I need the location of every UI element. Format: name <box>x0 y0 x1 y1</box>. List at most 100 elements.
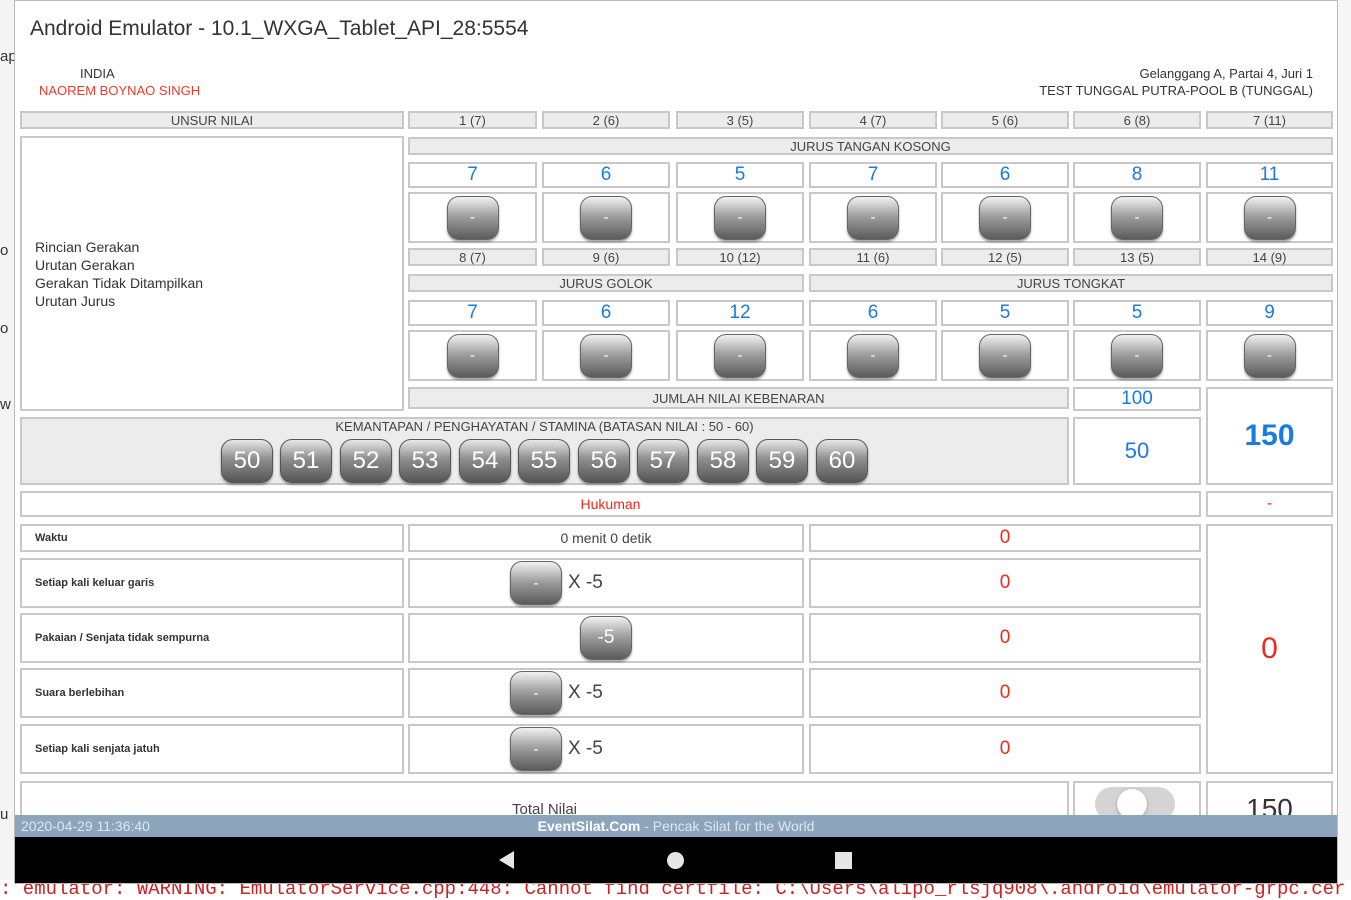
minus-cell: - <box>676 330 804 381</box>
kemantapan-option-button[interactable]: 57 <box>637 439 689 483</box>
minus-button[interactable]: - <box>979 195 1031 240</box>
minus-cell: - <box>809 330 937 381</box>
back-icon[interactable] <box>499 851 514 869</box>
penalty-minus-button[interactable]: - <box>510 561 562 605</box>
minus-cell: - <box>542 330 670 381</box>
minus-button[interactable]: - <box>446 195 499 240</box>
penalty-minus-button[interactable]: - <box>510 727 562 771</box>
kemantapan-option-button[interactable]: 50 <box>221 439 273 483</box>
athlete-name: NAOREM BOYNAO SINGH <box>39 83 201 98</box>
jurus-header: 8 (7) <box>408 248 537 266</box>
hukuman-label: Hukuman <box>20 491 1201 517</box>
penalty-label-text: Setiap kali senjata jatuh <box>35 743 160 755</box>
kemantapan-panel: KEMANTAPAN / PENGHAYATAN / STAMINA (BATA… <box>20 417 1069 485</box>
penalty-minus-button[interactable]: - <box>510 671 562 715</box>
detail-list: Rincian Gerakan Urutan Gerakan Gerakan T… <box>35 238 203 310</box>
penalty-label-text: Waktu <box>35 532 68 544</box>
minus-cell: - <box>1073 192 1201 243</box>
minus-button[interactable]: - <box>847 195 899 240</box>
jurus-header: 4 (7) <box>809 111 937 129</box>
jurus-score: 7 <box>809 162 937 188</box>
home-icon[interactable] <box>667 852 684 869</box>
minus-button[interactable]: - <box>714 333 766 378</box>
brand-name: EventSilat.Com <box>537 818 641 834</box>
jurus-score: 6 <box>941 162 1069 188</box>
jurus-score: 7 <box>408 162 537 188</box>
minus-button[interactable]: - <box>580 333 632 378</box>
detail-item: Gerakan Tidak Ditampilkan <box>35 275 204 291</box>
recent-apps-icon[interactable] <box>835 852 852 869</box>
kemantapan-value: 50 <box>1073 417 1201 485</box>
penalty-value: 0 <box>809 724 1201 774</box>
jurus-header: 3 (5) <box>676 111 804 129</box>
jurus-tongkat-title: JURUS TONGKAT <box>809 274 1333 292</box>
jurus-score: 6 <box>542 300 670 326</box>
app-screen: INDIA NAOREM BOYNAO SINGH Gelanggang A, … <box>15 55 1337 837</box>
jurus-header: 2 (6) <box>542 111 670 129</box>
jurus-score: 5 <box>676 162 804 188</box>
minus-button[interactable]: - <box>847 333 899 378</box>
penalty-multiplier: X -5 <box>568 682 603 703</box>
kemantapan-option-button[interactable]: 56 <box>578 439 630 483</box>
minus-button[interactable]: - <box>1111 333 1163 378</box>
minus-button[interactable]: - <box>1243 195 1296 240</box>
penalty-value: 0 <box>809 558 1201 608</box>
detail-box: Rincian Gerakan Urutan Gerakan Gerakan T… <box>20 136 404 411</box>
jurus-score: 5 <box>1073 300 1201 326</box>
kemantapan-option-button[interactable]: 54 <box>459 439 511 483</box>
status-footer: 2020-04-29 11:36:40 EventSilat.Com - Pen… <box>15 815 1337 837</box>
minus-cell: - <box>941 192 1069 243</box>
minus-cell: - <box>408 330 537 381</box>
penalty-value: 0 <box>809 668 1201 718</box>
kemantapan-label: KEMANTAPAN / PENGHAYATAN / STAMINA (BATA… <box>335 419 754 434</box>
athlete-country: INDIA <box>80 66 115 81</box>
jurus-header: 5 (6) <box>941 111 1069 129</box>
penalty-value: 0 <box>809 613 1201 663</box>
kemantapan-option-button[interactable]: 60 <box>816 439 868 483</box>
hukuman-dash: - <box>1206 491 1333 517</box>
penalty-control: - X -5 <box>408 724 804 774</box>
minus-button[interactable]: - <box>580 195 632 240</box>
penalty-minus5-button[interactable]: -5 <box>580 616 632 660</box>
jurus-header: 11 (6) <box>809 248 937 266</box>
match-category: TEST TUNGGAL PUTRA-POOL B (TUNGGAL) <box>1039 83 1313 98</box>
penalty-multiplier: X -5 <box>568 572 603 593</box>
desktop-fragment: o <box>0 320 9 337</box>
match-info: Gelanggang A, Partai 4, Juri 1 TEST TUNG… <box>1039 65 1313 99</box>
minus-cell: - <box>941 330 1069 381</box>
jurus-header: 14 (9) <box>1206 248 1333 266</box>
minus-cell: - <box>1206 330 1333 381</box>
minus-button[interactable]: - <box>446 333 499 378</box>
jurus-header: 9 (6) <box>542 248 670 266</box>
penalty-multiplier: X -5 <box>568 738 603 759</box>
jurus-score: 8 <box>1073 162 1201 188</box>
kemantapan-option-button[interactable]: 52 <box>340 439 392 483</box>
desktop-left-strip: ap o o w u <box>0 0 17 880</box>
minus-button[interactable]: - <box>1111 195 1163 240</box>
kemantapan-option-button[interactable]: 51 <box>280 439 332 483</box>
kemantapan-option-button[interactable]: 59 <box>756 439 808 483</box>
android-nav-bar <box>15 837 1337 883</box>
minus-cell: - <box>809 192 937 243</box>
minus-cell: - <box>676 192 804 243</box>
waktu-control: 0 menit 0 detik <box>408 524 804 552</box>
minus-button[interactable]: - <box>979 333 1031 378</box>
minus-button[interactable]: - <box>1243 333 1296 378</box>
penalty-label-text: Setiap kali keluar garis <box>35 577 155 589</box>
desktop-fragment: w <box>0 396 11 413</box>
minus-button[interactable]: - <box>714 195 766 240</box>
jurus-header: 13 (5) <box>1073 248 1201 266</box>
window-title: Android Emulator - 10.1_WXGA_Tablet_API_… <box>30 17 529 40</box>
kemantapan-option-button[interactable]: 58 <box>697 439 749 483</box>
jurus-score: 6 <box>542 162 670 188</box>
kemantapan-option-button[interactable]: 55 <box>518 439 570 483</box>
kemantapan-option-button[interactable]: 53 <box>399 439 451 483</box>
jurus-header: 1 (7) <box>408 111 537 129</box>
penalty-label: Pakaian / Senjata tidak sempurna <box>20 613 404 663</box>
penalty-value: 0 <box>809 524 1201 552</box>
minus-cell: - <box>542 192 670 243</box>
penalty-label: Setiap kali senjata jatuh <box>20 724 404 774</box>
match-arena: Gelanggang A, Partai 4, Juri 1 <box>1139 66 1313 81</box>
detail-item: Urutan Jurus <box>35 293 116 309</box>
jumlah-nilai-label: JUMLAH NILAI KEBENARAN <box>408 387 1069 409</box>
